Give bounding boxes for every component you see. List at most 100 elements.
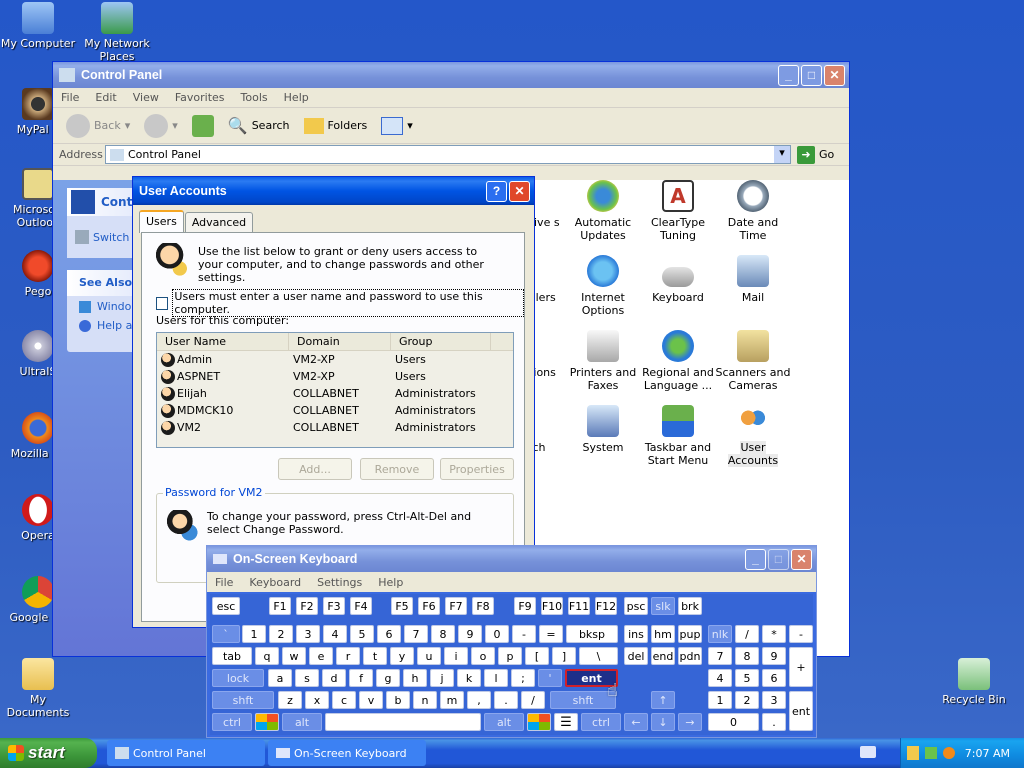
key-c[interactable]: c <box>332 691 356 709</box>
task-control-panel[interactable]: Control Panel <box>107 740 265 766</box>
osk-maximize-button[interactable]: □ <box>768 548 789 570</box>
key-capslock[interactable]: lock <box>212 669 264 687</box>
key-0[interactable]: 0 <box>485 625 509 643</box>
osk-menu-help[interactable]: Help <box>370 576 411 589</box>
osk-menu-settings[interactable]: Settings <box>309 576 370 589</box>
key-ins[interactable]: ins <box>624 625 648 643</box>
search-button[interactable]: 🔍 Search <box>223 114 295 137</box>
table-row[interactable]: Elijah COLLABNET Administrators <box>157 385 513 402</box>
key-f4[interactable]: F4 <box>350 597 372 615</box>
key-left-windows[interactable] <box>255 713 279 731</box>
users-list[interactable]: User Name Domain Group Admin VM2-XP Users … <box>156 332 514 448</box>
key-left-alt[interactable]: alt <box>282 713 322 731</box>
key-down-arrow[interactable]: ↓ <box>651 713 675 731</box>
key-n[interactable]: n <box>413 691 437 709</box>
key-f12[interactable]: F12 <box>595 597 617 615</box>
key-num-6[interactable]: 6 <box>762 669 786 687</box>
key-backslash[interactable]: \ <box>579 647 618 665</box>
osk-titlebar[interactable]: On-Screen Keyboard _ □ ✕ <box>207 546 816 572</box>
osk-close-button[interactable]: ✕ <box>791 548 812 570</box>
control-panel-titlebar[interactable]: Control Panel _ □ ✕ <box>53 62 849 88</box>
key-num-4[interactable]: 4 <box>708 669 732 687</box>
key-end[interactable]: end <box>651 647 675 665</box>
key-f3[interactable]: F3 <box>323 597 345 615</box>
key-del[interactable]: del <box>624 647 648 665</box>
key-a[interactable]: a <box>268 669 292 687</box>
key-num-8[interactable]: 8 <box>735 647 759 665</box>
key-brk[interactable]: brk <box>678 597 702 615</box>
menu-file[interactable]: File <box>53 91 87 104</box>
key-f6[interactable]: F6 <box>418 597 440 615</box>
forward-button[interactable]: ▾ <box>139 112 183 140</box>
menu-edit[interactable]: Edit <box>87 91 124 104</box>
key-f7[interactable]: F7 <box>445 597 467 615</box>
key-psc[interactable]: psc <box>624 597 648 615</box>
key-num-7[interactable]: 7 <box>708 647 732 665</box>
key-left-arrow[interactable]: ← <box>624 713 648 731</box>
key-period[interactable]: . <box>494 691 518 709</box>
key-i[interactable]: i <box>444 647 468 665</box>
my-documents-desktop-icon[interactable]: My Documents <box>0 658 78 719</box>
key-num-minus[interactable]: - <box>789 625 813 643</box>
key-k[interactable]: k <box>457 669 481 687</box>
key-f5[interactable]: F5 <box>391 597 413 615</box>
key-numlock[interactable]: nlk <box>708 625 732 643</box>
key-4[interactable]: 4 <box>323 625 347 643</box>
key-x[interactable]: x <box>305 691 329 709</box>
key-minus[interactable]: - <box>512 625 536 643</box>
key-f11[interactable]: F11 <box>568 597 590 615</box>
menu-favorites[interactable]: Favorites <box>167 91 233 104</box>
key-menu[interactable]: ☰ <box>554 713 578 731</box>
menu-view[interactable]: View <box>125 91 167 104</box>
table-row[interactable]: MDMCK10 COLLABNET Administrators <box>157 402 513 419</box>
add-button[interactable]: Add... <box>278 458 352 480</box>
key-5[interactable]: 5 <box>350 625 374 643</box>
views-button[interactable]: ▾ <box>376 115 418 137</box>
key-d[interactable]: d <box>322 669 346 687</box>
key-esc[interactable]: esc <box>212 597 240 615</box>
tab-users[interactable]: Users <box>139 210 184 233</box>
cp-item-automatic-updates[interactable]: Automatic Updates <box>565 180 641 242</box>
cp-item-system[interactable]: System <box>565 405 641 454</box>
key-backtick[interactable]: ` <box>212 625 240 643</box>
cp-item-user-accounts[interactable]: User Accounts <box>715 405 791 467</box>
maximize-button[interactable]: □ <box>801 64 822 86</box>
key-num-1[interactable]: 1 <box>708 691 732 709</box>
key-left-ctrl[interactable]: ctrl <box>212 713 252 731</box>
key-num-enter[interactable]: ent <box>789 691 813 731</box>
key-backspace[interactable]: bksp <box>566 625 618 643</box>
security-shield-icon[interactable] <box>906 746 919 760</box>
key-q[interactable]: q <box>255 647 279 665</box>
key-t[interactable]: t <box>363 647 387 665</box>
cp-item-taskbar-start[interactable]: Taskbar and Start Menu <box>640 405 716 467</box>
key-v[interactable]: v <box>359 691 383 709</box>
key-pgup[interactable]: pup <box>678 625 702 643</box>
column-domain[interactable]: Domain <box>289 333 391 350</box>
key-7[interactable]: 7 <box>404 625 428 643</box>
key-num-2[interactable]: 2 <box>735 691 759 709</box>
key-right-alt[interactable]: alt <box>484 713 524 731</box>
key-f1[interactable]: F1 <box>269 597 291 615</box>
key-f9[interactable]: F9 <box>514 597 536 615</box>
cp-item-printers-faxes[interactable]: Printers and Faxes <box>565 330 641 392</box>
osk-menu-file[interactable]: File <box>207 576 241 589</box>
key-slash[interactable]: / <box>521 691 545 709</box>
key-left-shift[interactable]: shft <box>212 691 274 709</box>
key-semicolon[interactable]: ; <box>511 669 535 687</box>
key-h[interactable]: h <box>403 669 427 687</box>
key-equals[interactable]: = <box>539 625 563 643</box>
table-row[interactable]: Admin VM2-XP Users <box>157 351 513 368</box>
key-b[interactable]: b <box>386 691 410 709</box>
key-8[interactable]: 8 <box>431 625 455 643</box>
key-num-divide[interactable]: / <box>735 625 759 643</box>
cp-item-mail[interactable]: Mail <box>715 255 791 304</box>
key-rbracket[interactable]: ] <box>552 647 576 665</box>
key-right-ctrl[interactable]: ctrl <box>581 713 621 731</box>
key-p[interactable]: p <box>498 647 522 665</box>
close-button[interactable]: ✕ <box>824 64 845 86</box>
cp-item-date-time[interactable]: Date and Time <box>715 180 791 242</box>
minimize-button[interactable]: _ <box>778 64 799 86</box>
key-m[interactable]: m <box>440 691 464 709</box>
folders-button[interactable]: Folders <box>299 116 373 136</box>
key-l[interactable]: l <box>484 669 508 687</box>
